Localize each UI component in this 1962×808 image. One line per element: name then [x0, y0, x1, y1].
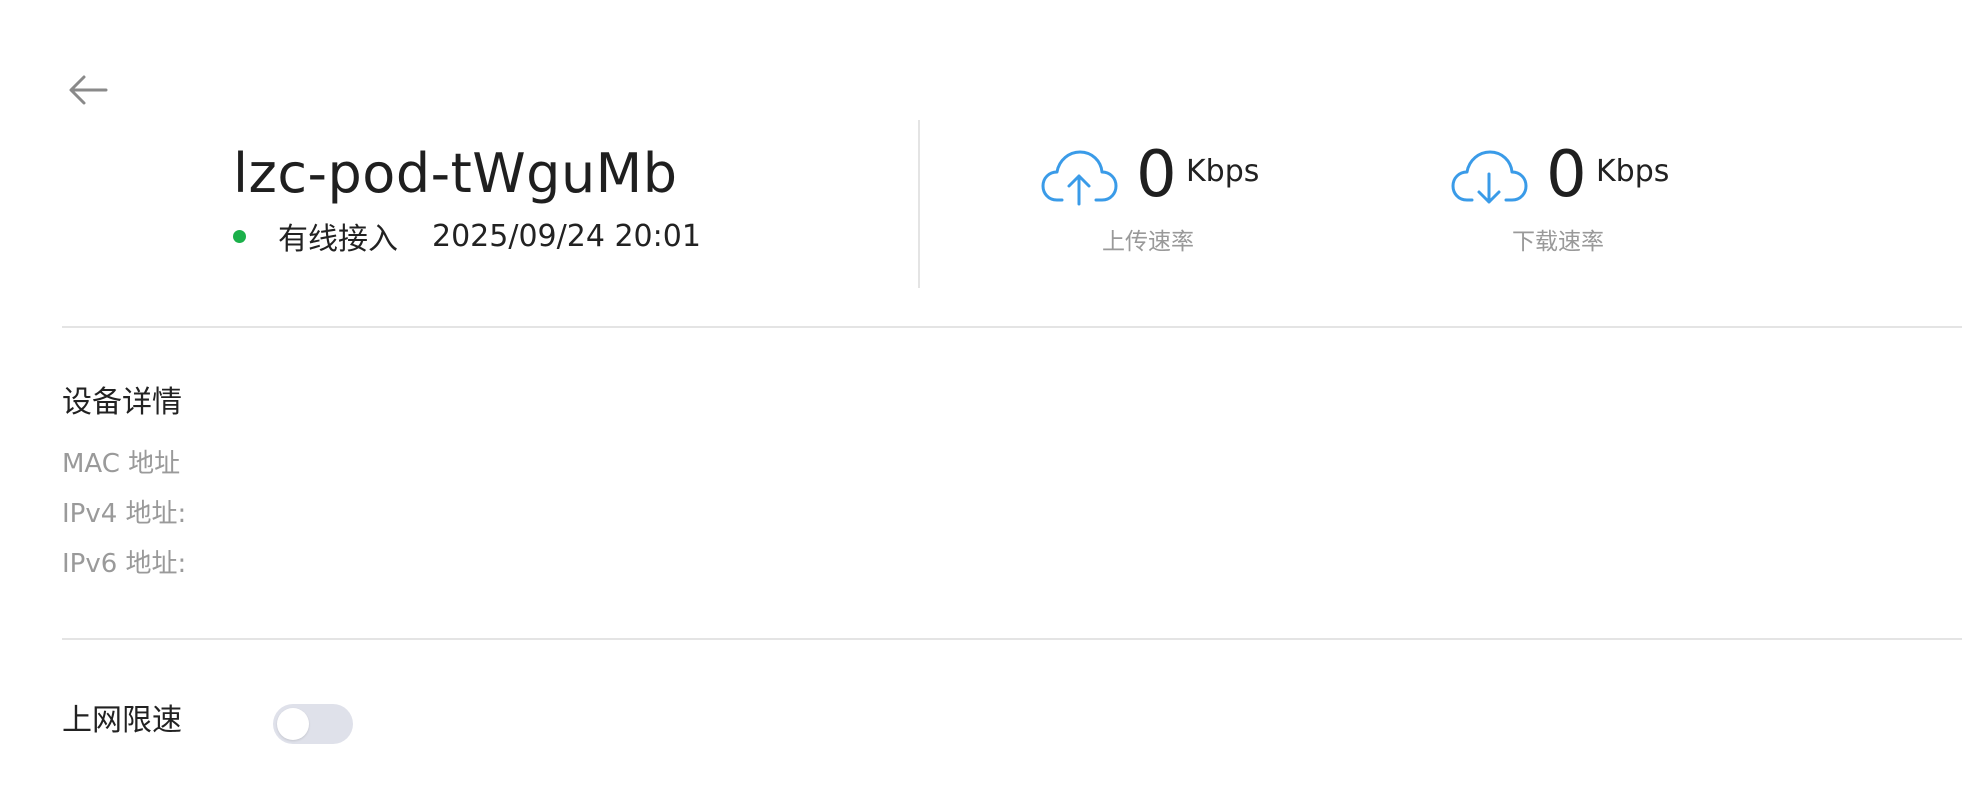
- upload-rate-value: 0: [1136, 138, 1177, 212]
- upload-rate-label: 上传速率: [1102, 229, 1194, 255]
- download-rate-stat: 0 Kbps 下载速率: [1450, 138, 1770, 268]
- arrow-left-icon: [64, 68, 112, 112]
- upload-rate-stat: 0 Kbps 上传速率: [1040, 138, 1360, 268]
- ipv6-address-label: IPv6 地址:: [62, 549, 187, 579]
- online-status-dot: [233, 229, 246, 243]
- toggle-knob: [277, 708, 309, 740]
- cloud-download-icon: [1450, 146, 1528, 208]
- mac-address-label: MAC 地址: [62, 449, 181, 479]
- device-name: lzc-pod-tWguMb: [233, 142, 678, 205]
- ipv4-address-label: IPv4 地址:: [62, 499, 187, 529]
- connection-type: 有线接入: [278, 222, 398, 257]
- connection-timestamp: 2025/09/24 20:01: [432, 218, 701, 254]
- back-button[interactable]: [64, 68, 112, 112]
- connection-status: 有线接入 2025/09/24 20:01: [233, 214, 701, 258]
- download-rate-label: 下载速率: [1512, 229, 1604, 255]
- speed-limit-label: 上网限速: [62, 703, 182, 738]
- device-details-title: 设备详情: [62, 385, 182, 420]
- download-rate-value: 0: [1546, 138, 1587, 212]
- upload-rate-unit: Kbps: [1186, 154, 1260, 189]
- section-divider: [62, 638, 1962, 640]
- download-rate-unit: Kbps: [1596, 154, 1670, 189]
- section-divider: [62, 326, 1962, 328]
- header-divider: [918, 120, 920, 288]
- speed-limit-toggle[interactable]: [273, 704, 353, 744]
- device-detail-page: lzc-pod-tWguMb 有线接入 2025/09/24 20:01 0 K…: [0, 0, 1962, 808]
- cloud-upload-icon: [1040, 146, 1118, 208]
